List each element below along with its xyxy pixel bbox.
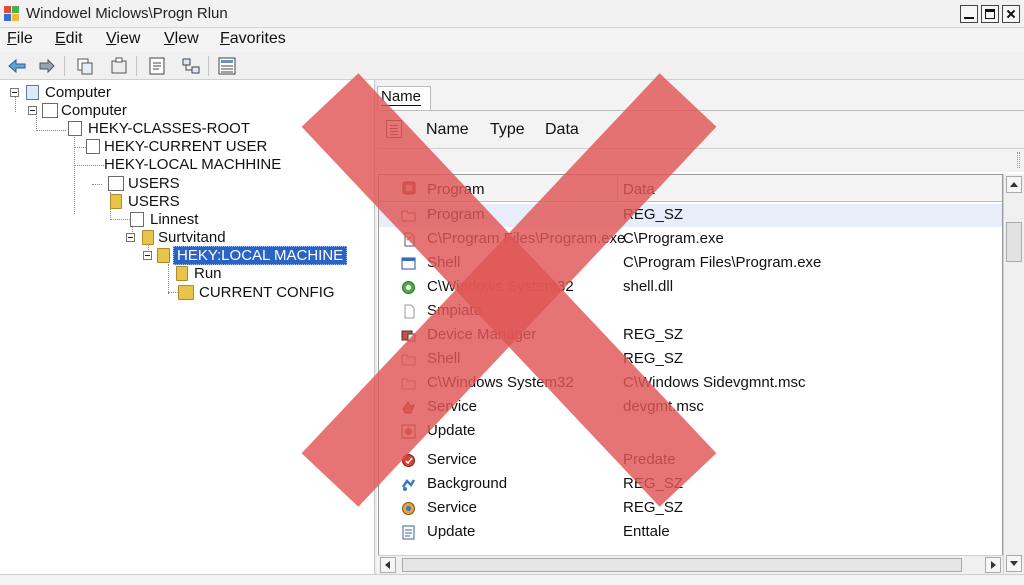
list-item[interactable]: Program REG_SZ: [379, 204, 1002, 227]
list-item[interactable]: Smpiate: [379, 300, 1002, 323]
list-item[interactable]: Service devgmt.msc: [379, 396, 1002, 419]
details-header-panel: [377, 80, 1024, 172]
menu-file[interactable]: File: [7, 30, 33, 48]
list-item[interactable]: Update Enttale: [379, 521, 1002, 544]
document-icon: [404, 304, 415, 319]
header-column-type[interactable]: Type: [490, 121, 525, 139]
status-bar: [0, 574, 1024, 585]
horizontal-scrollbar[interactable]: [378, 555, 1003, 574]
resize-grip[interactable]: [1017, 152, 1020, 168]
minimize-button[interactable]: [960, 5, 978, 23]
registry-key-icon: [68, 121, 82, 136]
close-button[interactable]: [1002, 5, 1020, 23]
service-icon: [402, 454, 415, 467]
list-item[interactable]: Update: [379, 420, 1002, 443]
copy-icon[interactable]: [74, 55, 96, 77]
folder-icon: [142, 230, 154, 245]
menu-bar: File Edit View Vlew Favorites: [0, 28, 1024, 52]
list-item[interactable]: Service REG_SZ: [379, 497, 1002, 520]
scroll-right-button[interactable]: [985, 557, 1001, 573]
network-icon[interactable]: [180, 55, 202, 77]
device-manager-icon: [401, 330, 416, 342]
scroll-down-button[interactable]: [1006, 555, 1022, 572]
computer-folder-icon: [26, 85, 39, 100]
service-icon: [402, 401, 415, 414]
window-title: Windowel Miclows\Progn Rlun: [26, 5, 228, 22]
list-item[interactable]: C\Program Files\Program.exe C\Program.ex…: [379, 228, 1002, 251]
collapse-toggle[interactable]: [10, 88, 19, 97]
list-item[interactable]: C\Windows System32 C\Windows Sidevgmnt.m…: [379, 372, 1002, 395]
forward-icon[interactable]: [36, 55, 58, 77]
values-list: Program Data Program REG_SZ C\Program Fi…: [378, 174, 1003, 574]
scroll-thumb[interactable]: [1006, 222, 1022, 262]
menu-view[interactable]: View: [106, 30, 140, 48]
header-column-data[interactable]: Data: [545, 121, 579, 139]
registry-key-icon: [86, 139, 100, 154]
folder-icon: [110, 194, 122, 209]
window-icon: [401, 257, 416, 270]
background-icon: [401, 479, 416, 491]
gear-icon: [402, 281, 415, 294]
vertical-scrollbar[interactable]: [1003, 174, 1024, 574]
collapse-toggle[interactable]: [143, 251, 152, 260]
column-program[interactable]: Program: [427, 181, 485, 198]
app-icon: [4, 6, 20, 22]
list-item[interactable]: Shell C\Program Files\Program.exe: [379, 252, 1002, 275]
folder-icon: [157, 248, 170, 263]
menu-view-2[interactable]: Vlew: [164, 30, 199, 48]
update-icon: [402, 525, 415, 540]
folder-icon: [108, 176, 124, 191]
folder-icon: [130, 212, 144, 227]
menu-edit[interactable]: Edit: [55, 30, 83, 48]
folder-icon: [401, 378, 416, 390]
scroll-left-button[interactable]: [380, 557, 396, 573]
collapse-toggle[interactable]: [28, 106, 37, 115]
maximize-button[interactable]: [981, 5, 999, 23]
list-icon[interactable]: [216, 55, 238, 77]
list-item[interactable]: Service Predate: [379, 449, 1002, 472]
service-icon: [402, 502, 415, 515]
title-bar: Windowel Miclows\Progn Rlun: [0, 0, 1024, 28]
folder-icon: [42, 103, 58, 118]
update-icon: [401, 424, 416, 439]
program-icon: [402, 181, 416, 195]
document-icon: [386, 120, 402, 138]
folder-icon: [401, 210, 416, 222]
folder-icon: [176, 266, 188, 281]
scroll-up-button[interactable]: [1006, 176, 1022, 193]
toolbar: [0, 52, 1024, 80]
list-header: Program Data: [379, 175, 1002, 202]
folder-icon: [401, 354, 416, 366]
list-item[interactable]: Background REG_SZ: [379, 473, 1002, 496]
registry-tree: Computer Computer HEKY-CLASSES-ROOT HEKY…: [0, 80, 374, 585]
list-item[interactable]: Shell REG_SZ: [379, 348, 1002, 371]
back-arrow-icon[interactable]: [6, 55, 28, 77]
column-data[interactable]: Data: [623, 181, 655, 198]
header-column-name[interactable]: Name: [426, 121, 469, 139]
collapse-toggle[interactable]: [126, 233, 135, 242]
list-item[interactable]: Device Manager REG_SZ: [379, 324, 1002, 347]
tab-name[interactable]: Name: [377, 86, 431, 110]
config-icon: [178, 285, 194, 300]
paste-icon[interactable]: [108, 55, 130, 77]
scroll-thumb-horizontal[interactable]: [402, 558, 962, 572]
properties-icon[interactable]: [146, 55, 168, 77]
document-icon: [404, 232, 415, 247]
menu-favorites[interactable]: Favorites: [220, 30, 286, 48]
list-item[interactable]: C\Windows System32 shell.dll: [379, 276, 1002, 299]
